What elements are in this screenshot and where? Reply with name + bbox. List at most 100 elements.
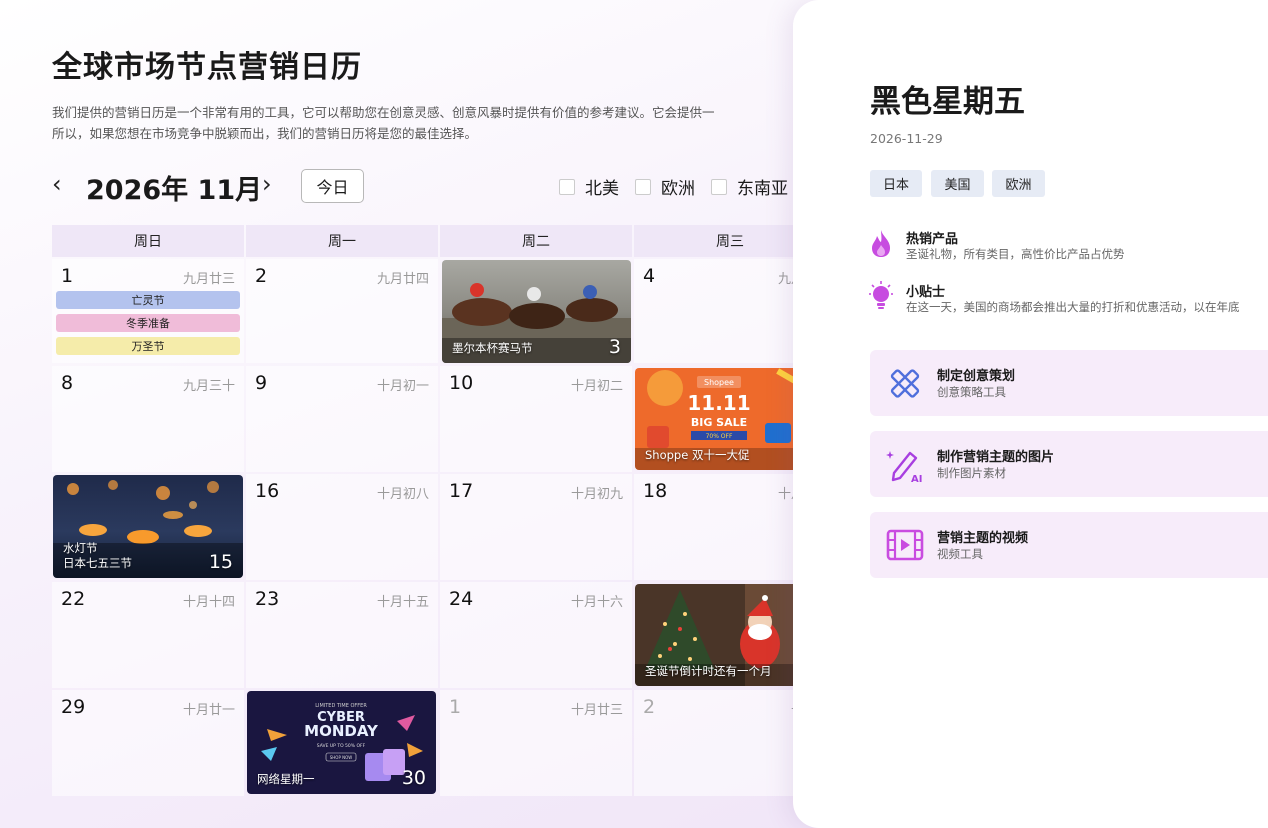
- checkbox-icon[interactable]: [711, 178, 727, 195]
- detail-date: 2026-11-29: [870, 131, 943, 146]
- region-label: 欧洲: [661, 179, 695, 199]
- event-image-card[interactable]: 圣诞节倒计时还有一个月: [635, 584, 800, 686]
- region-filter-europe[interactable]: 欧洲: [635, 174, 695, 199]
- event-image-card[interactable]: LIMITED TIME OFFER CYBER MONDAY SAVE UP …: [247, 691, 436, 794]
- ai-pen-icon: AI: [886, 451, 922, 483]
- day-cell[interactable]: 23 十月十五: [246, 582, 438, 688]
- day-cell[interactable]: 24 十月十六: [440, 582, 632, 688]
- chevron-right-icon[interactable]: ›: [262, 170, 272, 198]
- tool-subtitle: 创意策略工具: [937, 385, 1006, 399]
- hot-products-info: 热销产品 圣诞礼物，所有类目，高性价比产品占优势: [868, 228, 1268, 262]
- lunar-date: 十月初二: [570, 379, 623, 394]
- tool-title: 制定创意策划: [937, 369, 1016, 384]
- event-caption: Shoppe 双十一大促: [645, 448, 750, 462]
- page-description: 我们提供的营销日历是一个非常有用的工具，它可以帮助您在创意灵感、创意风暴时提供有…: [52, 102, 800, 144]
- banner-top: LIMITED TIME OFFER: [315, 703, 367, 709]
- weekday-header-sunday: 周日: [52, 225, 244, 257]
- banner-title: 11.11: [687, 391, 750, 415]
- region-filter-southeast-asia[interactable]: 东南亚: [711, 174, 788, 199]
- marketing-video-tool[interactable]: 营销主题的视频 视频工具: [870, 512, 1268, 578]
- detail-title: 黑色星期五: [870, 84, 1025, 120]
- month-navigation: ‹ 2026年 11月 › 今日 北美 欧洲 东南亚: [52, 168, 800, 206]
- film-icon: [886, 529, 924, 561]
- day-number: 1: [61, 265, 74, 287]
- event-image-card[interactable]: Shopee 11.11 BIG SALE 70% OFF Shoppe 双十一…: [635, 368, 800, 470]
- event-caption: 墨尔本杯赛马节: [452, 341, 533, 355]
- chevron-left-icon[interactable]: ‹: [52, 170, 62, 198]
- day-cell[interactable]: 17 十月初九: [440, 474, 632, 580]
- day-number: 15: [208, 551, 233, 573]
- region-label: 北美: [585, 179, 619, 199]
- event-caption: 圣诞节倒计时还有一个月: [645, 664, 772, 678]
- day-cell[interactable]: 2 十月: [634, 690, 800, 796]
- banner-button: SHOP NOW: [330, 755, 353, 760]
- lunar-date: 九月廿四: [376, 272, 429, 287]
- info-title: 小贴士: [906, 285, 946, 300]
- day-number: 22: [61, 588, 86, 610]
- calendar-main: 全球市场节点营销日历 我们提供的营销日历是一个非常有用的工具，它可以帮助您在创意…: [0, 0, 800, 828]
- day-cell[interactable]: 9 十月初一: [246, 366, 438, 472]
- day-number: 1: [449, 696, 462, 718]
- event-caption: 网络星期一: [257, 772, 315, 786]
- event-pill[interactable]: 冬季准备: [56, 314, 240, 332]
- region-tag: 欧洲: [992, 170, 1045, 197]
- event-image-card[interactable]: 墨尔本杯赛马节 3: [442, 260, 631, 363]
- weekday-header-wednesday: 周三: [634, 225, 800, 257]
- lunar-date: 十月初一: [376, 379, 429, 394]
- day-cell[interactable]: 8 九月三十: [52, 366, 244, 472]
- day-cell[interactable]: 18 十月初: [634, 474, 800, 580]
- event-caption-line: 水灯节: [63, 541, 98, 555]
- day-cell[interactable]: 2 九月廿四: [246, 259, 438, 363]
- region-label: 东南亚: [737, 179, 788, 199]
- tool-title: 制作营销主题的图片: [937, 450, 1055, 465]
- event-pill[interactable]: 亡灵节: [56, 291, 240, 309]
- flame-icon: [872, 230, 890, 257]
- info-text: 在这一天，美国的商场都会推出大量的打折和优惠活动，以在年底: [906, 300, 1240, 314]
- banner-subtitle: SAVE UP TO 50% OFF: [317, 743, 366, 749]
- day-number: 17: [449, 480, 474, 502]
- today-button[interactable]: 今日: [301, 169, 364, 203]
- tool-subtitle: 制作图片素材: [937, 466, 1006, 480]
- day-number: 2: [255, 265, 268, 287]
- day-cell[interactable]: 16 十月初八: [246, 474, 438, 580]
- day-number: 10: [449, 372, 474, 394]
- marketing-image-tool[interactable]: AI 制作营销主题的图片 制作图片素材: [870, 431, 1268, 497]
- checkbox-icon[interactable]: [559, 178, 575, 195]
- day-cell[interactable]: 29 十月廿一: [52, 690, 244, 796]
- event-pill[interactable]: 万圣节: [56, 337, 240, 355]
- creative-planning-tool[interactable]: 制定创意策划 创意策略工具: [870, 350, 1268, 416]
- day-cell[interactable]: 4 九月廿: [634, 259, 800, 363]
- tool-subtitle: 视频工具: [937, 547, 983, 561]
- tool-title: 营销主题的视频: [937, 531, 1029, 546]
- day-cell[interactable]: 1 十月廿三: [440, 690, 632, 796]
- day-number: 29: [61, 696, 86, 718]
- day-number: 16: [255, 480, 280, 502]
- lunar-date: 十月初八: [376, 487, 429, 502]
- day-number: 2: [643, 696, 656, 718]
- lunar-date: 十月十四: [182, 595, 235, 610]
- lunar-date: 十月廿三: [570, 703, 623, 718]
- day-number: 23: [255, 588, 280, 610]
- day-number: 24: [449, 588, 474, 610]
- info-title: 热销产品: [906, 232, 959, 247]
- banner-subtitle: BIG SALE: [691, 416, 747, 429]
- day-number: 18: [643, 480, 668, 502]
- day-number: 3: [608, 336, 621, 358]
- day-number: 4: [643, 265, 656, 287]
- ruler-pencil-icon: [890, 369, 920, 398]
- description-line: 所以，如果您想在市场竞争中脱颖而出，我们的营销日历将是您的最佳选择。: [52, 126, 478, 141]
- region-filter-north-america[interactable]: 北美: [559, 174, 619, 199]
- lunar-date: 九月三十: [182, 379, 235, 394]
- day-cell[interactable]: 22 十月十四: [52, 582, 244, 688]
- lunar-date: 九月廿三: [182, 272, 235, 287]
- event-image-card[interactable]: 水灯节 日本七五三节 15: [53, 475, 243, 578]
- day-cell[interactable]: 1 九月廿三 亡灵节 冬季准备 万圣节: [52, 259, 244, 363]
- page-title: 全球市场节点营销日历: [52, 50, 362, 85]
- day-cell[interactable]: 10 十月初二: [440, 366, 632, 472]
- checkbox-icon[interactable]: [635, 178, 651, 195]
- event-detail-panel: 黑色星期五 2026-11-29 日本 美国 欧洲 热销产品 圣诞礼物，所有类目…: [793, 0, 1268, 828]
- month-label: 2026年 11月: [86, 175, 263, 206]
- weekday-header-monday: 周一: [246, 225, 438, 257]
- region-tag: 日本: [870, 170, 922, 197]
- lightbulb-icon: [869, 281, 893, 309]
